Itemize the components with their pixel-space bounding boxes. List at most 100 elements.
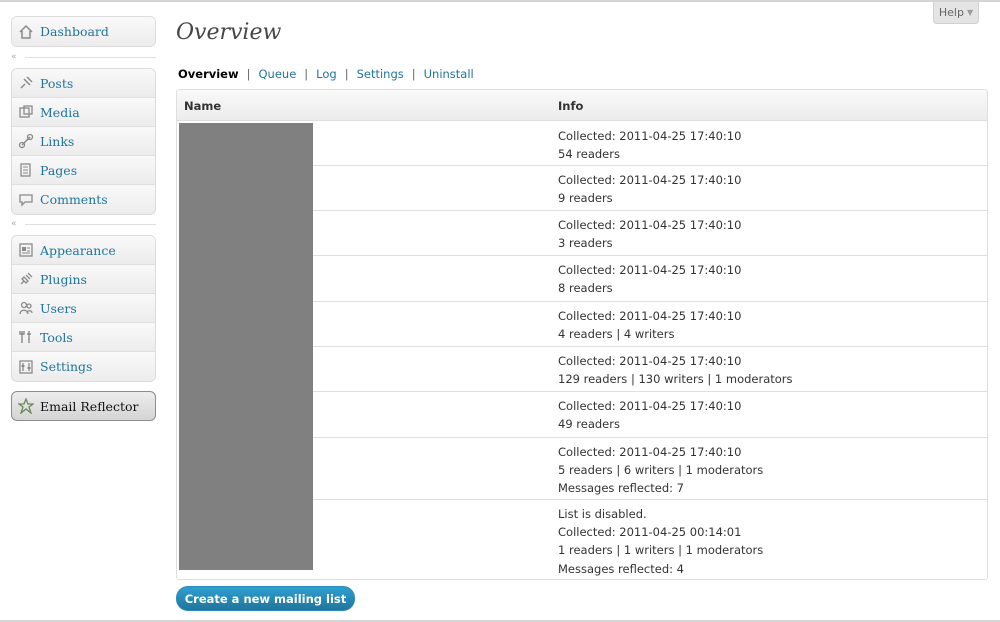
separator: | — [411, 67, 416, 81]
info-line: 3 readers — [558, 236, 613, 251]
tab-settings[interactable]: Settings — [357, 67, 404, 81]
info-line: 54 readers — [558, 147, 620, 162]
sidebar-item-label: Settings — [40, 359, 93, 374]
info-line: 4 readers | 4 writers — [558, 327, 675, 342]
sidebar-item-label: Email Reflector — [40, 398, 139, 414]
sidebar-item-plugins[interactable]: Plugins — [12, 265, 155, 294]
row-info: Collected: 2011-04-25 17:40:10 54 readers — [558, 127, 741, 163]
settings-icon — [12, 359, 40, 375]
mailing-list-table: Name Info Collected: 2011-04-25 17:40:10… — [176, 89, 988, 580]
sidebar-item-pages[interactable]: Pages — [12, 156, 155, 185]
info-line: Collected: 2011-04-25 17:40:10 — [558, 399, 742, 413]
sidebar-item-tools[interactable]: Tools — [12, 323, 155, 352]
chevron-down-icon: ▼ — [966, 8, 974, 17]
tab-log[interactable]: Log — [316, 67, 337, 81]
table-header: Name Info — [177, 90, 987, 121]
sidebar-item-links[interactable]: Links — [12, 127, 155, 156]
table-row[interactable]: Collected: 2011-04-25 17:40:10 5 readers … — [177, 438, 987, 500]
email-reflector-icon — [12, 398, 40, 414]
info-line: Collected: 2011-04-25 17:40:10 — [558, 354, 742, 368]
row-info: Collected: 2011-04-25 17:40:10 129 reader… — [558, 352, 793, 388]
tab-uninstall[interactable]: Uninstall — [424, 67, 474, 81]
appearance-icon — [12, 242, 40, 258]
info-line: 5 readers | 6 writers | 1 moderators — [558, 463, 764, 478]
info-line: Messages reflected: 4 — [558, 561, 684, 576]
info-line: 49 readers — [558, 417, 620, 432]
pages-icon — [12, 162, 40, 178]
sidebar-item-label: Pages — [40, 162, 78, 178]
help-label: Help — [938, 6, 964, 19]
sidebar-item-comments[interactable]: Comments — [12, 185, 155, 214]
row-info: Collected: 2011-04-25 17:40:10 49 readers — [558, 397, 741, 433]
sidebar-item-label: Appearance — [40, 242, 116, 258]
sidebar-item-appearance[interactable]: Appearance — [12, 236, 155, 265]
sidebar-item-label: Plugins — [40, 271, 87, 287]
page-title: Overview — [176, 20, 282, 45]
tools-icon — [12, 329, 40, 345]
row-info: List is disabled. Collected: 2011-04-25 0… — [558, 505, 763, 578]
info-line: 129 readers | 130 writers | 1 moderators — [558, 372, 793, 387]
tab-overview[interactable]: Overview — [178, 67, 239, 81]
row-info: Collected: 2011-04-25 17:40:10 9 readers — [558, 171, 741, 207]
plugin-icon — [12, 271, 40, 287]
sidebar-item-label: Comments — [40, 192, 108, 207]
column-header-info: Info — [558, 99, 584, 113]
info-line: Collected: 2011-04-25 17:40:10 — [558, 218, 742, 232]
info-line: List is disabled. — [558, 507, 647, 521]
create-mailing-list-button[interactable]: Create a new mailing list — [176, 586, 355, 611]
sidebar-item-label: Tools — [40, 329, 73, 345]
dashboard-icon — [12, 24, 40, 40]
column-header-name: Name — [184, 99, 222, 113]
sidebar-item-label: Links — [40, 133, 75, 149]
separator: | — [344, 67, 349, 81]
table-row[interactable]: Collected: 2011-04-25 17:40:10 129 reader… — [177, 347, 987, 392]
sidebar-item-label: Posts — [40, 75, 74, 91]
sidebar-item-posts[interactable]: Posts — [12, 69, 155, 98]
pin-icon — [12, 75, 40, 91]
info-line: Collected: 2011-04-25 00:14:01 — [558, 525, 742, 540]
info-line: Collected: 2011-04-25 17:40:10 — [558, 445, 742, 459]
comment-icon — [12, 192, 40, 208]
tab-queue[interactable]: Queue — [258, 67, 296, 81]
sidebar-item-dashboard[interactable]: Dashboard — [12, 17, 155, 46]
row-info: Collected: 2011-04-25 17:40:10 5 readers … — [558, 443, 763, 498]
separator: | — [304, 67, 309, 81]
sidebar-item-label: Media — [40, 104, 80, 120]
info-line: Collected: 2011-04-25 17:40:10 — [558, 309, 742, 323]
help-button[interactable]: Help ▼ — [933, 2, 979, 24]
sidebar-item-media[interactable]: Media — [12, 98, 155, 127]
row-info: Collected: 2011-04-25 17:40:10 8 readers — [558, 261, 741, 297]
menu-group-dashboard: Dashboard — [11, 16, 156, 47]
top-border — [0, 0, 1000, 2]
sidebar-item-users[interactable]: Users — [12, 294, 155, 323]
separator: | — [246, 67, 251, 81]
info-line: Collected: 2011-04-25 17:40:10 — [558, 263, 742, 277]
row-info: Collected: 2011-04-25 17:40:10 3 readers — [558, 216, 741, 252]
table-row[interactable]: List is disabled. Collected: 2011-04-25 0… — [177, 500, 987, 579]
menu-group-admin: Appearance Plugins Users Tools Settings — [11, 235, 156, 382]
sidebar-item-label: Dashboard — [40, 24, 109, 39]
users-icon — [12, 300, 40, 316]
collapse-arrow-icon[interactable]: « — [11, 219, 156, 229]
row-info: Collected: 2011-04-25 17:40:10 4 readers … — [558, 307, 741, 343]
sidebar-item-email-reflector[interactable]: Email Reflector — [11, 391, 156, 421]
table-row[interactable]: Collected: 2011-04-25 17:40:10 49 readers — [177, 392, 987, 438]
media-icon — [12, 104, 40, 120]
sidebar-item-label: Users — [40, 300, 77, 316]
info-line: Collected: 2011-04-25 17:40:10 — [558, 129, 742, 143]
collapse-arrow-icon[interactable]: « — [11, 52, 156, 62]
table-row[interactable]: Collected: 2011-04-25 17:40:10 3 readers — [177, 211, 987, 256]
menu-group-content: Posts Media Links Pages Comments — [11, 68, 156, 215]
info-line: Messages reflected: 7 — [558, 481, 684, 496]
table-row[interactable]: Collected: 2011-04-25 17:40:10 54 readers — [177, 122, 987, 166]
info-line: Collected: 2011-04-25 17:40:10 — [558, 173, 742, 187]
sidebar-item-settings[interactable]: Settings — [12, 352, 155, 381]
info-line: 1 readers | 1 writers | 1 moderators — [558, 543, 764, 558]
subnav: Overview | Queue | Log | Settings | Unin… — [178, 67, 474, 81]
link-icon — [12, 133, 40, 149]
table-row[interactable]: Collected: 2011-04-25 17:40:10 4 readers … — [177, 302, 987, 347]
table-row[interactable]: Collected: 2011-04-25 17:40:10 8 readers — [177, 256, 987, 302]
info-line: 9 readers — [558, 191, 613, 206]
info-line: 8 readers — [558, 281, 613, 296]
table-row[interactable]: Collected: 2011-04-25 17:40:10 9 readers — [177, 166, 987, 211]
